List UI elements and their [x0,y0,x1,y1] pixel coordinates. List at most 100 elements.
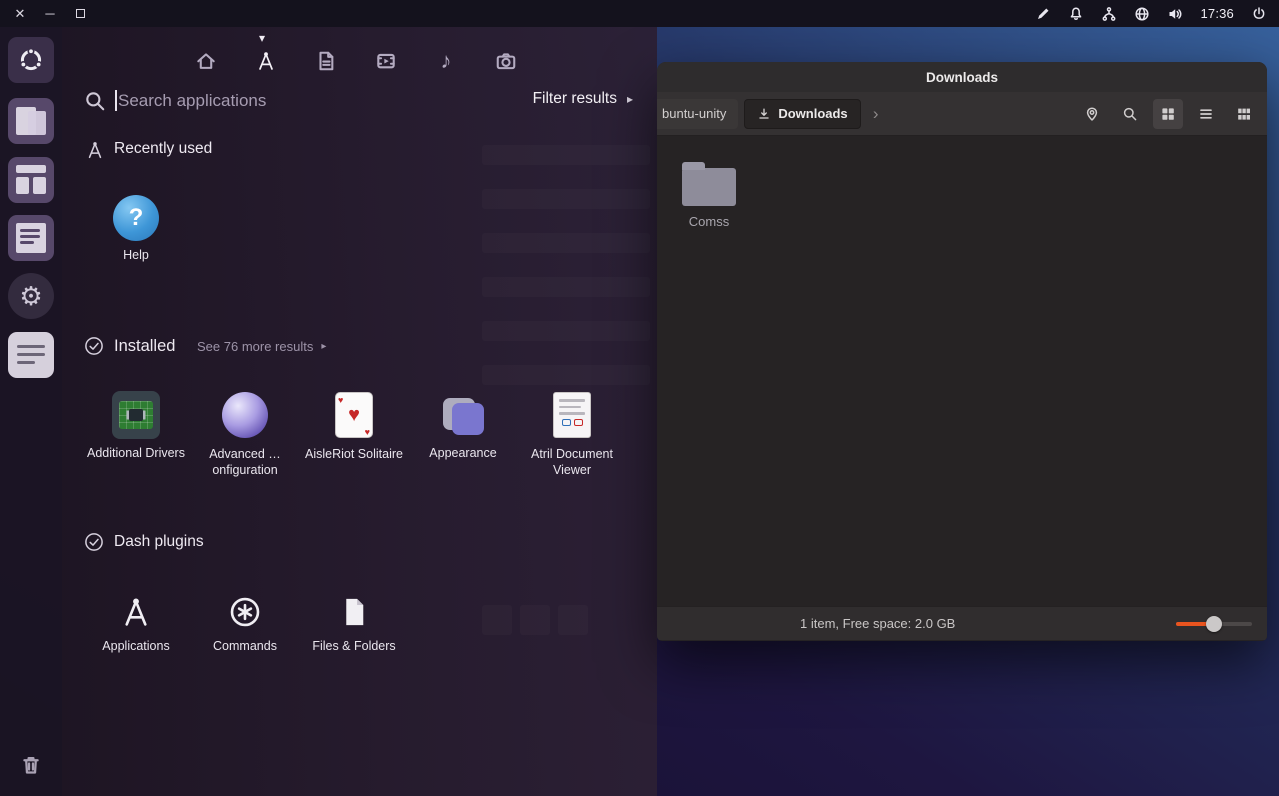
front-square [452,403,484,435]
lens-bar: ♪ [193,48,519,74]
plugins-check-icon [84,532,104,552]
maximize-icon[interactable] [72,6,88,21]
lens-video[interactable] [373,48,399,74]
statusbar: 1 item, Free space: 2.0 GB [657,606,1267,640]
music-note-icon: ♪ [440,48,452,73]
lens-applications[interactable] [253,48,279,74]
power-icon[interactable] [1251,6,1267,22]
list-view-icon [1198,106,1214,122]
app-result-advanced-network[interactable]: Advanced …onfiguration [193,391,297,478]
app-label: Advanced …onfiguration [209,447,281,477]
ghost-row [482,321,650,341]
maximize-box [75,9,85,18]
expand-arrow-icon: ▸ [321,341,327,352]
app-result-additional-drivers[interactable]: Additional Drivers [84,391,188,461]
globe-icon[interactable] [1134,6,1150,22]
small-heart-glyph: ♥ [364,427,370,437]
launcher-item-active-app[interactable] [8,332,54,378]
zoom-slider[interactable] [1176,616,1252,632]
close-icon[interactable]: ✕ [12,6,28,22]
launcher-item-editor[interactable] [8,215,54,261]
launcher-item-trash[interactable] [8,742,54,788]
app-result-appearance[interactable]: Appearance [411,391,515,461]
pathbar-prev-segment[interactable]: buntu-unity [657,98,739,129]
home-icon [195,50,217,72]
ghost-row [482,233,650,253]
glasses-icon [559,418,585,426]
lens-photos[interactable] [493,48,519,74]
icon-view-button[interactable] [1153,98,1183,129]
app-label: Additional Drivers [87,446,185,460]
appearance-icon [439,391,487,439]
branch-icon[interactable] [1101,6,1117,22]
search-input[interactable] [118,87,418,115]
app-result-aisleriot[interactable]: ♥ ♥ ♥ AisleRiot Solitaire [302,391,406,462]
location-button[interactable] [1077,99,1107,129]
text-caret [115,90,117,111]
pathbar-current-button[interactable]: Downloads [744,98,861,129]
volume-icon[interactable] [1167,6,1183,22]
app-result-help[interactable]: ? Help [84,195,188,263]
ghost-row [482,145,650,165]
section-title-installed: Installed [114,337,176,355]
status-indicators: 17:36 [1035,6,1267,22]
active-lens-marker: ▾ [259,31,266,45]
lens-home[interactable] [193,48,219,74]
plugin-label: Applications [102,639,170,653]
dash-home-button[interactable] [8,37,54,83]
commands-plugin-icon [225,592,265,632]
path-expand-button[interactable]: › [863,99,889,129]
lens-files[interactable] [313,48,339,74]
playing-card-icon: ♥ ♥ ♥ [330,392,378,440]
see-more-results-link[interactable]: See 76 more results ▸ [197,339,326,354]
window-titlebar[interactable]: Downloads [657,62,1267,92]
gear-icon: ⚙ [19,281,43,311]
plugin-commands[interactable]: Commands [193,592,297,654]
ghost-row [482,277,650,297]
pathbar-current-label: Downloads [778,106,848,121]
plugin-label: Commands [213,639,277,653]
files-folders-plugin-icon [334,592,374,632]
plugin-files-folders[interactable]: Files & Folders [302,592,406,654]
small-heart-glyph: ♥ [338,395,344,405]
clock[interactable]: 17:36 [1200,6,1234,21]
document-viewer-icon [548,392,596,440]
pen-icon[interactable] [1035,6,1051,22]
launcher-item-software[interactable] [8,157,54,203]
lens-music[interactable]: ♪ [433,48,459,74]
ghost-tile [558,605,588,635]
search-button[interactable] [1115,99,1145,129]
window-title: Downloads [925,69,998,85]
heart-glyph: ♥ [348,403,360,426]
folder-label: Comss [688,214,730,229]
ghost-tile [482,605,512,635]
recently-used-icon [85,140,105,160]
section-title-plugins: Dash plugins [114,533,204,550]
search-icon [1122,106,1138,122]
list-view-button[interactable] [1191,99,1221,129]
document-icon [315,50,337,72]
app-label: AisleRiot Solitaire [305,447,403,461]
bell-icon[interactable] [1068,6,1084,22]
file-list-area[interactable]: Comss [657,136,1267,606]
download-icon [757,107,771,121]
app-result-atril[interactable]: Atril Document Viewer [520,391,624,478]
filter-results-button[interactable]: Filter results ▸ [533,90,633,108]
search-icon [84,90,106,112]
app-label: Help [123,248,149,262]
app-label: Appearance [429,446,497,460]
folder-item[interactable]: Comss [665,158,753,229]
dash-overlay: ▾ ♪ Search applications Filter results ▸… [62,27,657,796]
launcher-item-settings[interactable]: ⚙ [8,273,54,319]
minimize-icon[interactable]: ─ [42,6,58,21]
zoom-slider-handle[interactable] [1206,616,1222,632]
expand-arrow-icon: ▸ [626,92,633,106]
compact-view-button[interactable] [1229,99,1259,129]
launcher-item-files[interactable] [8,98,54,144]
window-controls: ✕ ─ [12,6,88,22]
video-icon [375,50,397,72]
plugin-applications[interactable]: Applications [84,592,188,654]
camera-icon [495,50,517,72]
ghost-row [482,189,650,209]
applications-lens-icon [255,50,277,72]
